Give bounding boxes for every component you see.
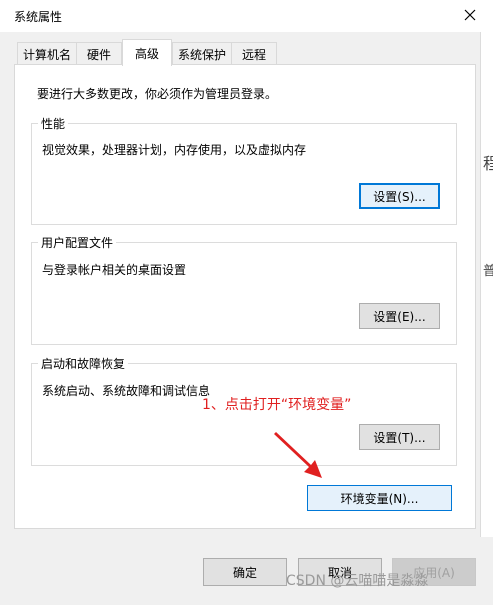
- tab-hardware[interactable]: 硬件: [76, 42, 122, 65]
- annotation-arrow-icon: [274, 432, 322, 478]
- user-profile-settings-button[interactable]: 设置(E)...: [359, 303, 440, 329]
- watermark: CSDN @云喵喵是淼淼: [286, 573, 429, 589]
- ok-button[interactable]: 确定: [203, 558, 287, 586]
- user-profile-title: 用户配置文件: [38, 234, 117, 251]
- startup-recovery-settings-button[interactable]: 设置(T)...: [359, 424, 440, 450]
- performance-settings-button[interactable]: 设置(S)...: [359, 183, 440, 209]
- admin-notice: 要进行大多数更改，你必须作为管理员登录。: [37, 87, 278, 101]
- performance-desc: 视觉效果，处理器计划，内存使用，以及虚拟内存: [42, 143, 307, 157]
- close-button[interactable]: [456, 2, 484, 28]
- tab-advanced[interactable]: 高级: [122, 39, 172, 66]
- user-profile-group: 用户配置文件 与登录帐户相关的桌面设置 设置(E)...: [31, 234, 457, 345]
- window-title: 系统属性: [14, 10, 63, 24]
- startup-recovery-group: 启动和故障恢复 系统启动、系统故障和调试信息 设置(T)...: [31, 355, 457, 466]
- performance-group: 性能 视觉效果，处理器计划，内存使用，以及虚拟内存 设置(S)...: [31, 115, 457, 225]
- tab-computer-name[interactable]: 计算机名: [17, 42, 77, 65]
- tab-panel-advanced: 要进行大多数更改，你必须作为管理员登录。 性能 视觉效果，处理器计划，内存使用，…: [14, 64, 476, 529]
- environment-variables-button[interactable]: 环境变量(N)...: [307, 485, 452, 511]
- background-glyph: 程: [483, 150, 493, 174]
- background-window-strip: 程 普: [480, 32, 493, 537]
- user-profile-desc: 与登录帐户相关的桌面设置: [42, 263, 187, 277]
- title-bar: [0, 0, 493, 32]
- performance-title: 性能: [38, 115, 69, 132]
- background-glyph: 普: [483, 260, 493, 279]
- startup-recovery-desc: 系统启动、系统故障和调试信息: [42, 384, 211, 398]
- close-icon: [464, 9, 476, 21]
- annotation-text: 1、点击打开“环境变量”: [202, 397, 352, 413]
- tab-remote[interactable]: 远程: [231, 42, 277, 65]
- startup-recovery-title: 启动和故障恢复: [38, 355, 129, 372]
- tab-system-protection[interactable]: 系统保护: [172, 42, 232, 65]
